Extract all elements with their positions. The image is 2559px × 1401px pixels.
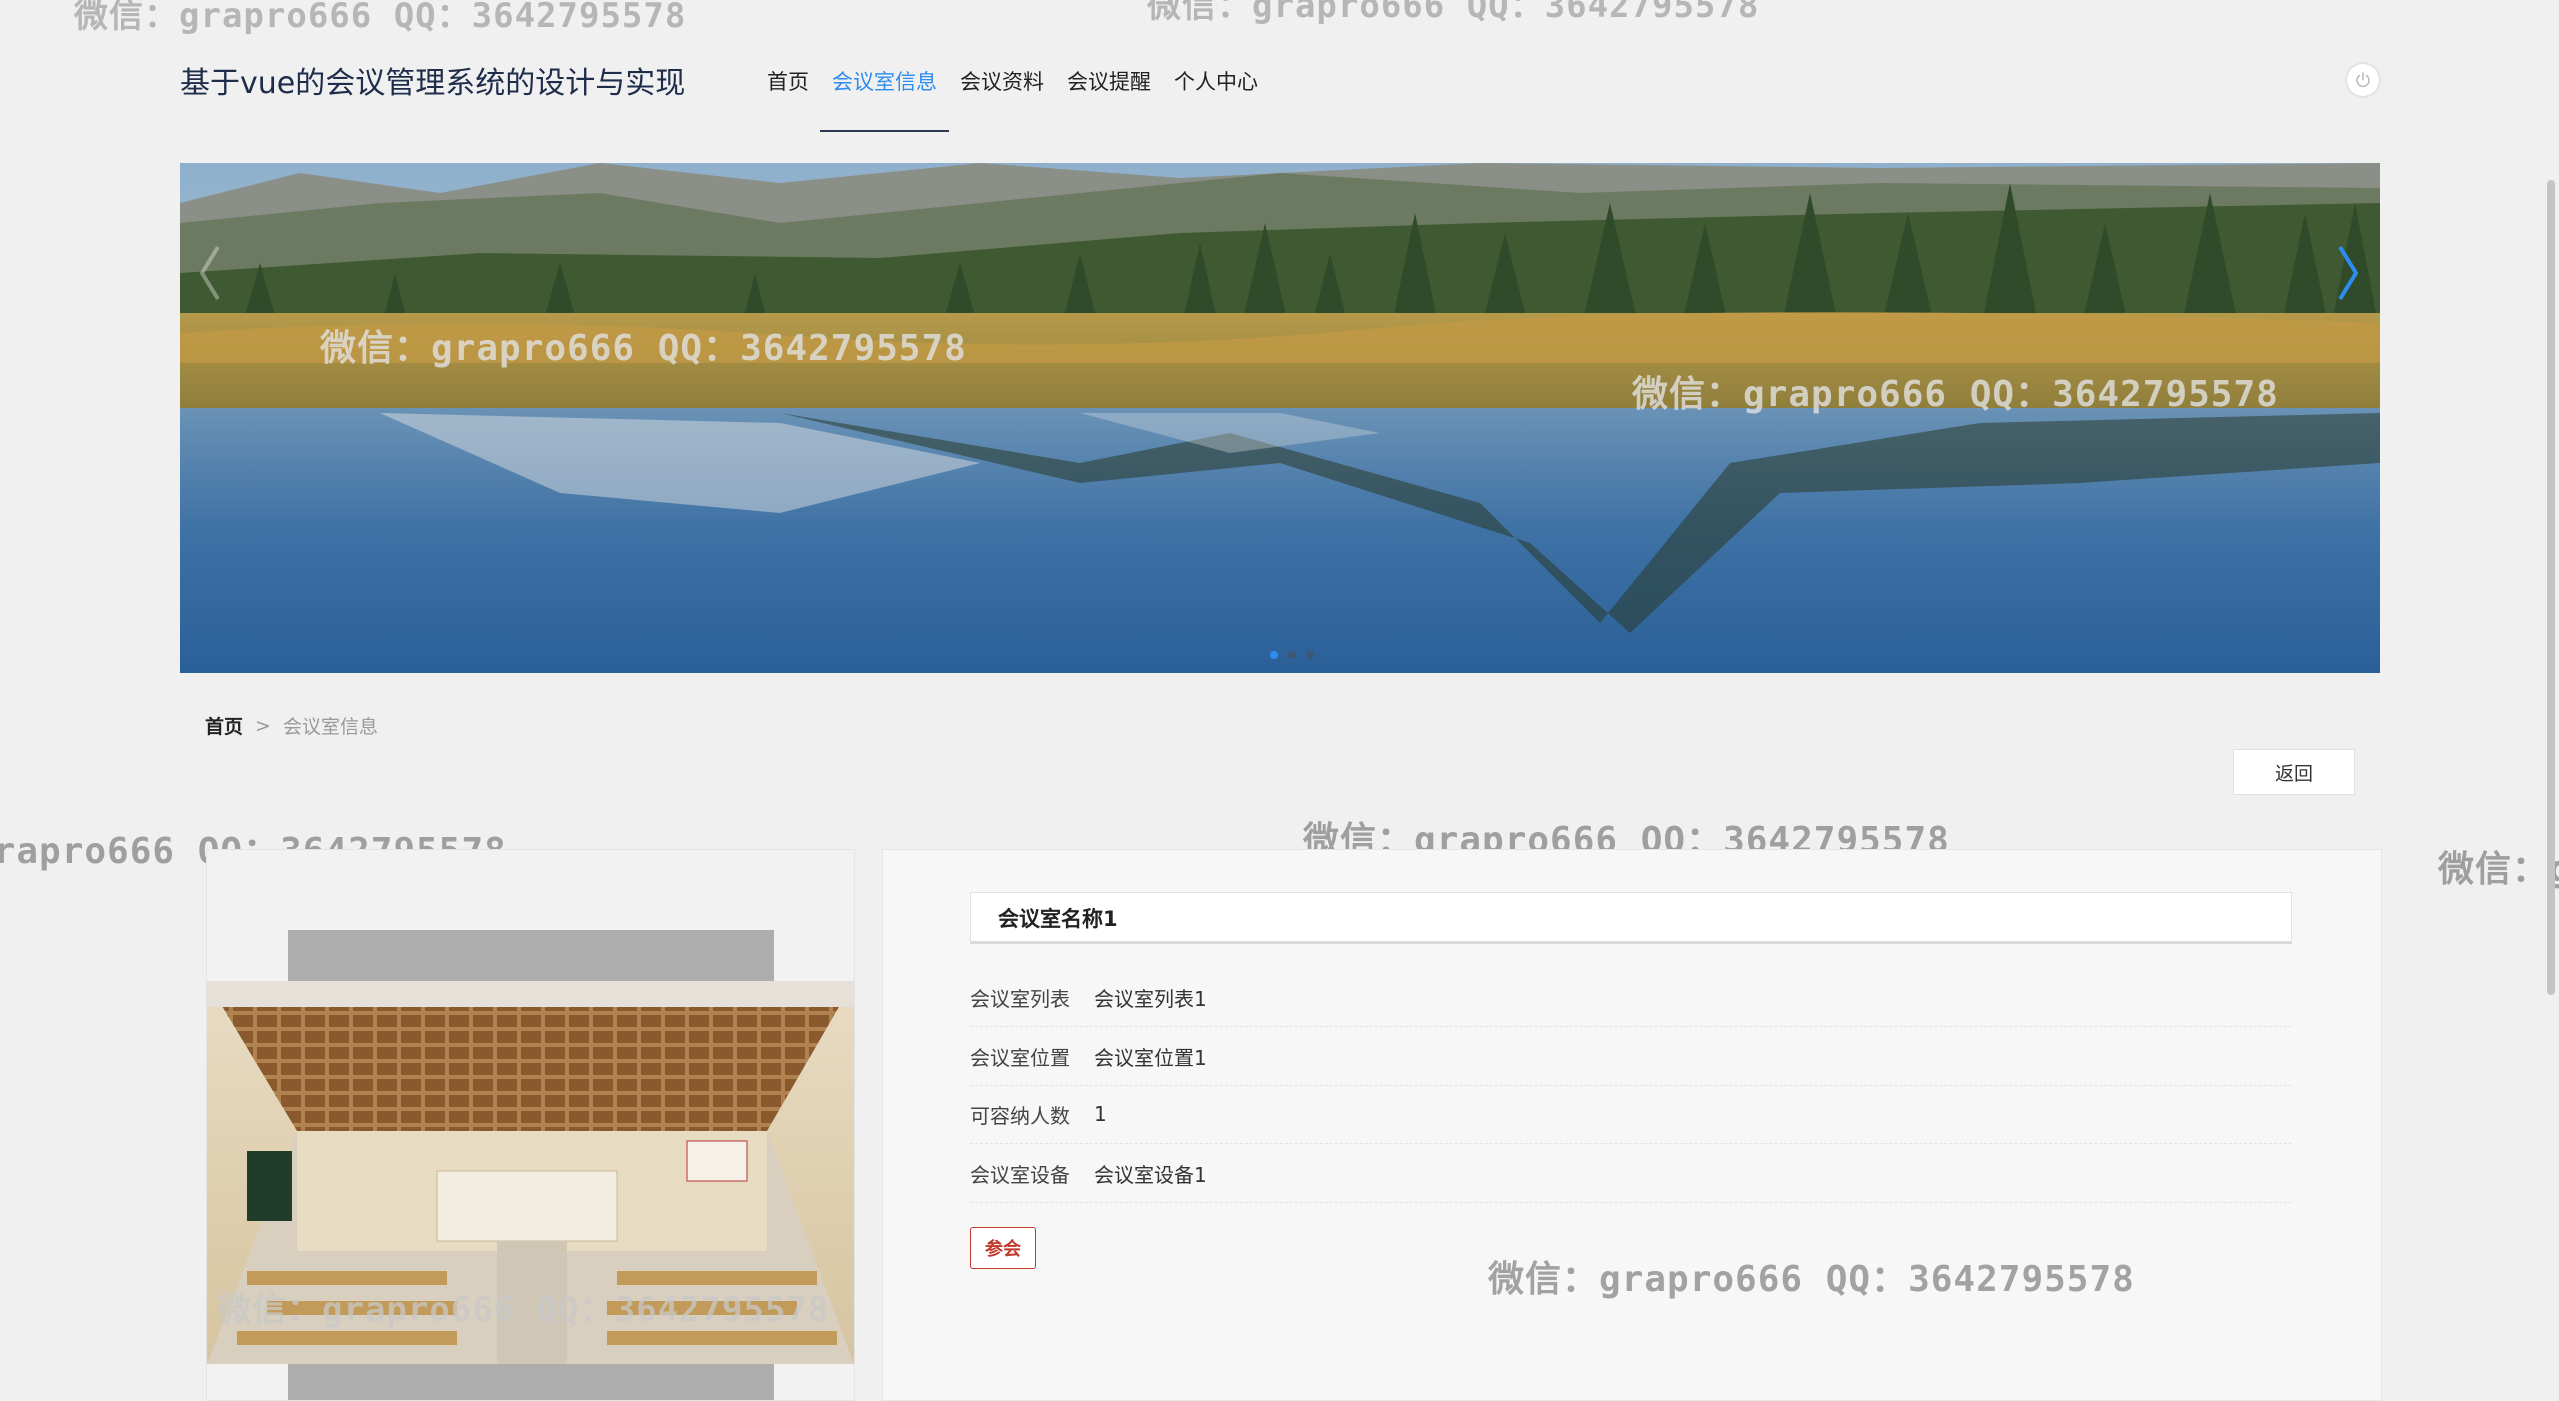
join-meeting-button[interactable]: 参会 — [970, 1227, 1036, 1269]
main-nav: 首页 会议室信息 会议资料 会议提醒 个人中心 — [767, 66, 1281, 132]
page-scrollbar[interactable] — [2547, 180, 2555, 995]
chevron-right-icon — [2338, 245, 2359, 301]
room-name: 会议室名称1 — [970, 892, 2292, 944]
banner-image — [180, 163, 2380, 673]
field-label: 可容纳人数 — [970, 1103, 1070, 1128]
breadcrumb-separator: > — [255, 714, 271, 737]
chevron-left-icon — [199, 245, 220, 301]
nav-item-meeting-rooms[interactable]: 会议室信息 — [820, 66, 949, 132]
carousel-dot[interactable] — [1306, 651, 1314, 659]
watermark: 微信：grapro666 QQ：3642795578 — [1632, 374, 2279, 415]
logout-button[interactable] — [2347, 64, 2379, 96]
carousel-dot[interactable] — [1288, 651, 1296, 659]
nav-item-home[interactable]: 首页 — [767, 66, 809, 132]
watermark: 微信：grapro666 QQ：3642795578 — [320, 328, 967, 369]
power-icon — [2356, 72, 2370, 88]
site-title: 基于vue的会议管理系统的设计与实现 — [180, 66, 686, 101]
room-image-panel: 微信：grapro666 QQ：3642795578 — [206, 849, 855, 1401]
detail-row-equipment: 会议室设备 会议室设备1 — [970, 1144, 2292, 1203]
field-value: 会议室列表1 — [1094, 986, 1207, 1011]
watermark: 微信：grapro666 QQ：3642795578 — [2438, 849, 2559, 890]
field-value: 会议室位置1 — [1094, 1045, 1207, 1070]
field-label: 会议室设备 — [970, 1162, 1070, 1187]
banner-carousel[interactable]: 微信：grapro666 QQ：3642795578 微信：grapro666 … — [180, 163, 2380, 673]
carousel-prev-button[interactable] — [190, 233, 230, 313]
detail-row-list: 会议室列表 会议室列表1 — [970, 968, 2292, 1027]
field-label: 会议室列表 — [970, 986, 1070, 1011]
top-header: 基于vue的会议管理系统的设计与实现 首页 会议室信息 会议资料 会议提醒 个人… — [0, 0, 2559, 135]
breadcrumb-current: 会议室信息 — [282, 716, 378, 738]
carousel-dot[interactable] — [1270, 651, 1278, 659]
watermark: 微信：grapro666 QQ：3642795578 — [217, 1290, 830, 1330]
back-button[interactable]: 返回 — [2233, 749, 2355, 795]
field-label: 会议室位置 — [970, 1045, 1070, 1070]
carousel-indicators — [1270, 651, 1314, 659]
watermark: 微信：grapro666 QQ：3642795578 — [1488, 1259, 2135, 1300]
room-detail-panel: 会议室名称1 会议室列表 会议室列表1 会议室位置 会议室位置1 可容纳人数 1… — [882, 849, 2382, 1401]
nav-item-meeting-materials[interactable]: 会议资料 — [960, 66, 1044, 132]
nav-item-meeting-reminders[interactable]: 会议提醒 — [1067, 66, 1151, 132]
detail-row-location: 会议室位置 会议室位置1 — [970, 1027, 2292, 1086]
breadcrumb: 首页 > 会议室信息 — [205, 712, 378, 739]
field-value: 会议室设备1 — [1094, 1162, 1207, 1187]
detail-row-capacity: 可容纳人数 1 — [970, 1085, 2292, 1144]
field-value: 1 — [1094, 1102, 1107, 1126]
carousel-next-button[interactable] — [2328, 233, 2368, 313]
breadcrumb-home[interactable]: 首页 — [205, 712, 243, 739]
nav-item-profile[interactable]: 个人中心 — [1174, 66, 1258, 132]
